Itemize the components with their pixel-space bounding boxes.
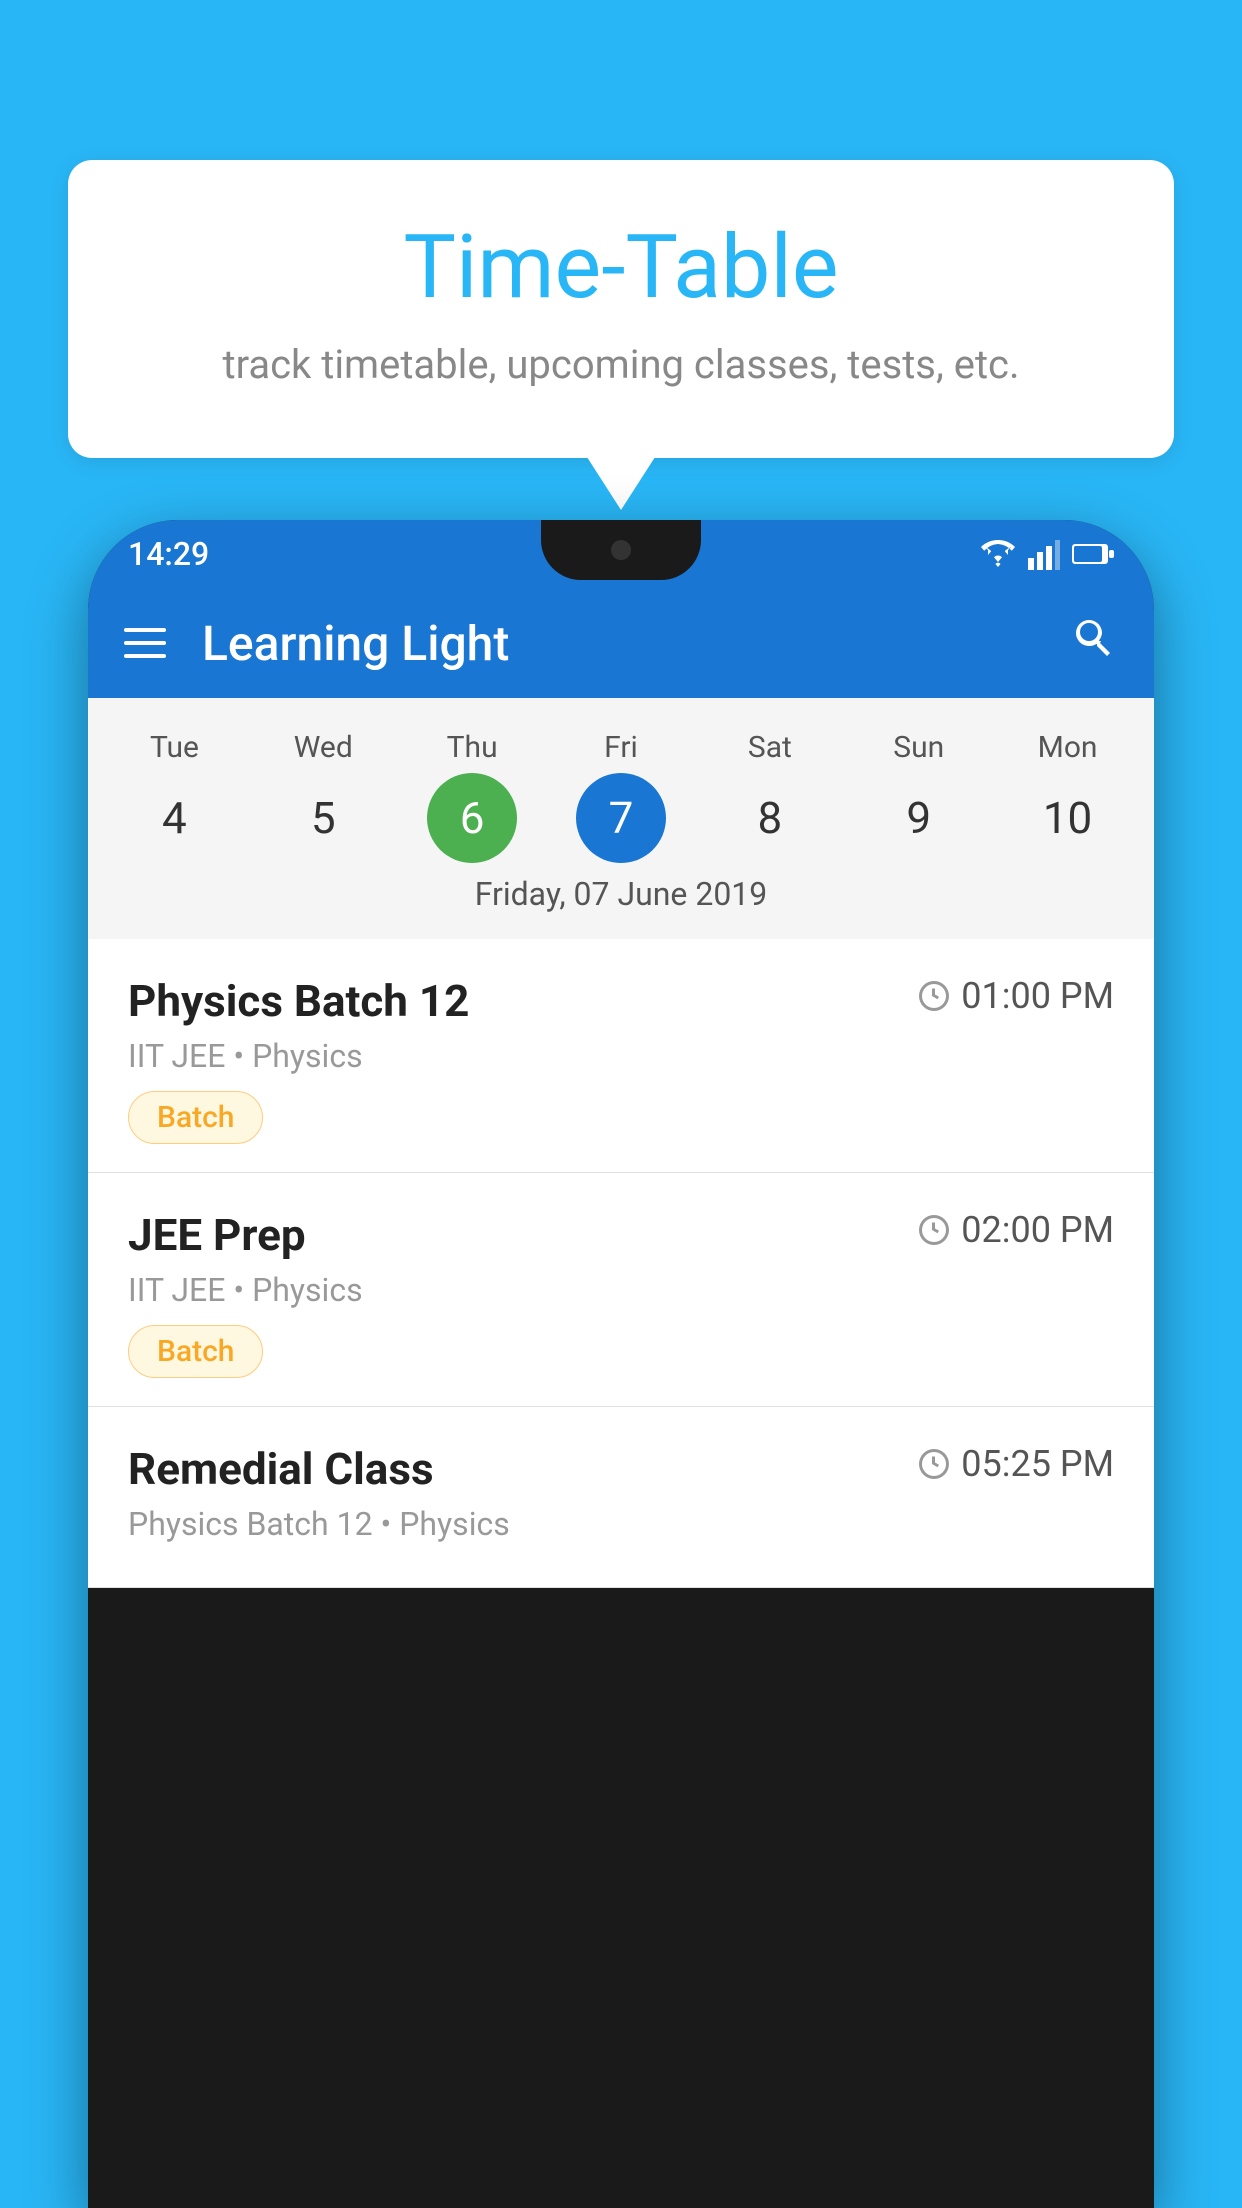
class-item-header-1: Physics Batch 12 01:00 PM [128,975,1114,1027]
day-4[interactable]: 4 [129,773,219,863]
selected-date-label: Friday, 07 June 2019 [88,863,1154,931]
class-time-text-3: 05:25 PM [961,1443,1114,1485]
tooltip-subtitle: track timetable, upcoming classes, tests… [148,341,1094,388]
class-item-header-3: Remedial Class 05:25 PM [128,1443,1114,1495]
class-meta-2: IIT JEE • Physics [128,1271,1114,1309]
day-name-tue: Tue [100,722,249,773]
class-time-1: 01:00 PM [917,975,1114,1017]
tooltip-title: Time-Table [148,220,1094,317]
day-name-mon: Mon [993,722,1142,773]
class-list: Physics Batch 12 01:00 PM IIT JEE • Phys… [88,939,1154,1588]
day-9[interactable]: 9 [874,773,964,863]
day-8[interactable]: 8 [725,773,815,863]
app-title: Learning Light [202,615,1034,672]
class-time-text-2: 02:00 PM [961,1209,1114,1251]
batch-badge-1: Batch [128,1091,263,1144]
wifi-icon [980,540,1016,568]
day-7-selected[interactable]: 7 [576,773,666,863]
signal-icon [1028,538,1060,570]
status-time: 14:29 [128,535,209,573]
days-numbers: 4 5 6 7 8 9 10 [88,773,1154,863]
class-item-1[interactable]: Physics Batch 12 01:00 PM IIT JEE • Phys… [88,939,1154,1173]
clock-icon-3 [917,1447,951,1481]
calendar-strip: Tue Wed Thu Fri Sat Sun Mon 4 5 6 7 8 9 … [88,698,1154,939]
day-name-wed: Wed [249,722,398,773]
camera-dot [611,540,631,560]
day-5[interactable]: 5 [278,773,368,863]
menu-button[interactable] [124,628,166,658]
day-6-today[interactable]: 6 [427,773,517,863]
class-name-2: JEE Prep [128,1209,306,1261]
class-meta-3: Physics Batch 12 • Physics [128,1505,1114,1543]
class-name-1: Physics Batch 12 [128,975,469,1027]
notch [541,520,701,580]
class-meta-1: IIT JEE • Physics [128,1037,1114,1075]
day-10[interactable]: 10 [1023,773,1113,863]
class-item-2[interactable]: JEE Prep 02:00 PM IIT JEE • Physics Batc… [88,1173,1154,1407]
class-item-header-2: JEE Prep 02:00 PM [128,1209,1114,1261]
app-bar: Learning Light [88,588,1154,698]
batch-badge-2: Batch [128,1325,263,1378]
menu-line-3 [124,654,166,658]
menu-line-1 [124,628,166,632]
class-time-2: 02:00 PM [917,1209,1114,1251]
battery-icon [1072,542,1114,566]
tooltip-card: Time-Table track timetable, upcoming cla… [68,160,1174,458]
status-icons [980,538,1114,570]
clock-icon-2 [917,1213,951,1247]
day-name-fri: Fri [547,722,696,773]
menu-line-2 [124,641,166,645]
search-button[interactable] [1070,613,1118,673]
clock-icon-1 [917,979,951,1013]
day-name-sat: Sat [695,722,844,773]
days-header: Tue Wed Thu Fri Sat Sun Mon [88,722,1154,773]
class-time-3: 05:25 PM [917,1443,1114,1485]
day-name-thu: Thu [398,722,547,773]
class-item-3[interactable]: Remedial Class 05:25 PM Physics Batch 12… [88,1407,1154,1588]
status-bar: 14:29 [88,520,1154,588]
day-name-sun: Sun [844,722,993,773]
class-time-text-1: 01:00 PM [961,975,1114,1017]
class-name-3: Remedial Class [128,1443,434,1495]
phone-mockup: 14:29 [88,520,1154,2208]
